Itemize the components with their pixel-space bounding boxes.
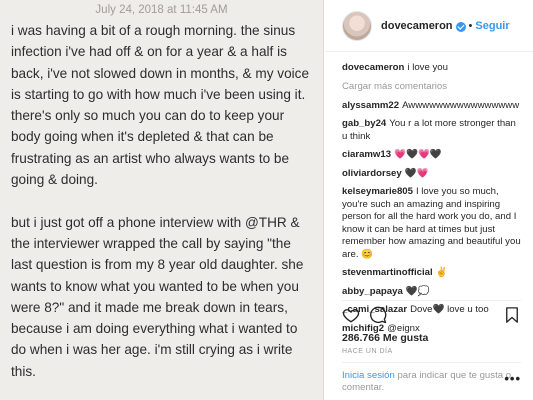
instagram-post-panel: dovecameron • Seguir dovecameron i love y… xyxy=(325,0,533,400)
comment-username[interactable]: ciaramw13 xyxy=(342,149,391,160)
bookmark-icon[interactable] xyxy=(503,306,521,324)
follow-button[interactable]: Seguir xyxy=(475,20,509,32)
login-prompt: Inicia sesión para indicar que te gusta … xyxy=(342,362,521,394)
caption: dovecameron i love you xyxy=(342,62,521,75)
comment-text: 🖤💭 xyxy=(405,285,430,297)
more-options-icon[interactable]: ••• xyxy=(504,371,521,386)
comment-username[interactable]: stevenmartinofficial xyxy=(342,267,433,278)
notes-screenshot: July 24, 2018 at 11:45 AM i was having a… xyxy=(0,0,324,400)
header-separator: • xyxy=(468,19,473,32)
header-username[interactable]: dovecameron xyxy=(381,20,453,32)
verified-badge-icon xyxy=(455,21,466,32)
load-more-comments[interactable]: Cargar más comentarios xyxy=(342,81,521,92)
comment: kelseymarie805 I love you so much, you're… xyxy=(342,186,521,261)
likes-count[interactable]: 286.766 Me gusta xyxy=(342,332,428,344)
comment: gab_by24 You r a lot more stronger than u… xyxy=(342,118,521,143)
login-link[interactable]: Inicia sesión xyxy=(342,370,395,381)
note-paragraph-1: i was having a bit of a rough morning. t… xyxy=(11,23,310,188)
comment-text: I love you so much, you're such an amazi… xyxy=(342,186,521,260)
note-spacer xyxy=(11,190,315,211)
comment: oliviardorsey 🖤💗 xyxy=(342,168,521,181)
comment-username[interactable]: kelseymarie805 xyxy=(342,186,413,197)
note-paragraph-2: but i just got off a phone interview wit… xyxy=(11,214,304,379)
comment-text: 🖤💗 xyxy=(404,167,429,179)
comment-text: Awwwwwwwwwwwwwwww xyxy=(402,99,520,111)
comment: abby_papaya 🖤💭 xyxy=(342,286,521,299)
comment-bubble-icon[interactable] xyxy=(369,306,387,324)
avatar[interactable] xyxy=(342,10,372,41)
comment: alyssamm22 Awwwwwwwwwwwwwwww xyxy=(342,100,521,113)
caption-username[interactable]: dovecameron xyxy=(342,62,404,73)
caption-text: i love you xyxy=(407,62,448,73)
comment-username[interactable]: gab_by24 xyxy=(342,118,386,129)
comment-username[interactable]: oliviardorsey xyxy=(342,168,402,179)
comments-list: dovecameron i love you Cargar más comenta… xyxy=(325,52,533,335)
comment-text: ✌ xyxy=(435,267,448,278)
like-heart-icon[interactable] xyxy=(342,306,360,324)
note-body: i was having a bit of a rough morning. t… xyxy=(0,18,323,382)
comment-username[interactable]: alyssamm22 xyxy=(342,100,399,111)
comment-text: 💗🖤💗🖤 xyxy=(394,149,442,160)
post-header: dovecameron • Seguir xyxy=(325,0,533,52)
comment: ciaramw13 💗🖤💗🖤 xyxy=(342,149,521,162)
comment-username[interactable]: abby_papaya xyxy=(342,286,403,297)
note-date: July 24, 2018 at 11:45 AM xyxy=(95,4,228,16)
action-bar xyxy=(342,300,521,324)
post-timestamp: HACE UN DÍA xyxy=(342,348,393,355)
comment: stevenmartinofficial ✌ xyxy=(342,267,521,280)
